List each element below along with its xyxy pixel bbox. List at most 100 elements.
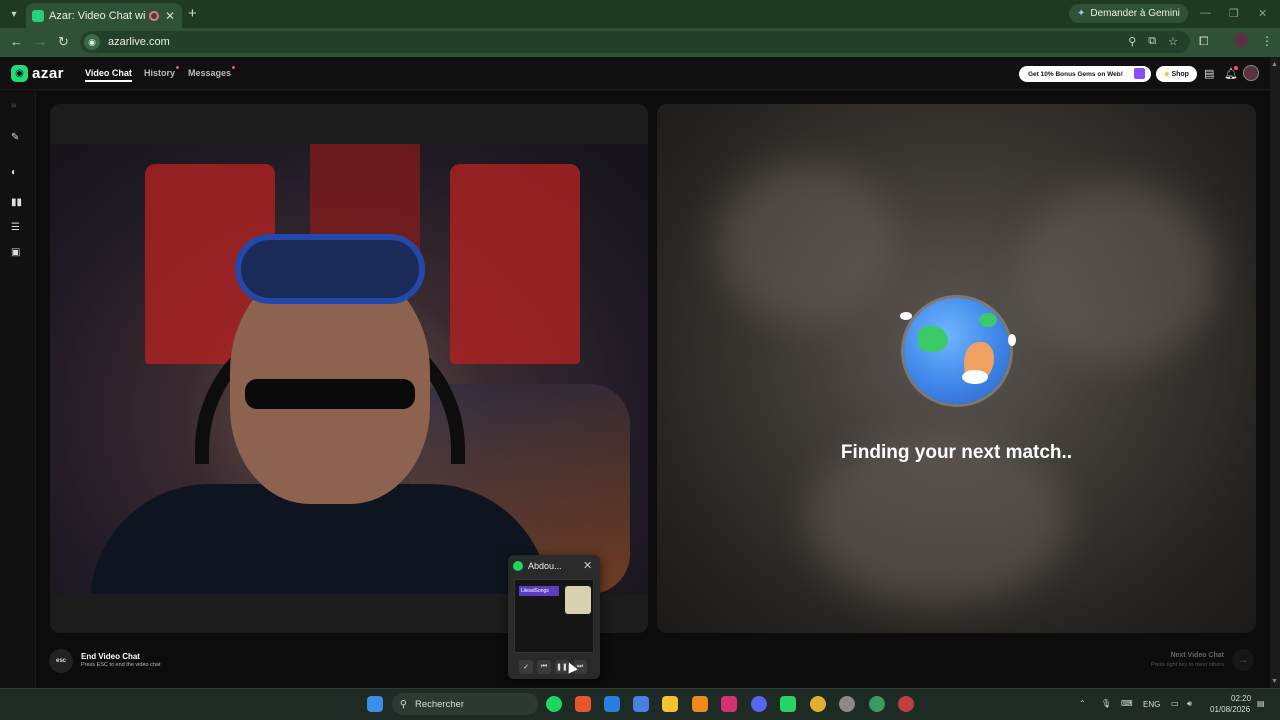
nav-messages-label: Messages — [188, 68, 232, 78]
microphone-icon[interactable]: 🎙︎ — [1101, 699, 1111, 708]
vlc-icon[interactable] — [692, 696, 708, 712]
globe-cloud — [900, 312, 912, 320]
file-explorer-icon[interactable] — [662, 696, 678, 712]
previous-track-icon[interactable]: ⏮ — [537, 660, 551, 674]
album-art — [565, 586, 591, 614]
gift-icon — [1134, 68, 1145, 79]
nav-video-chat[interactable]: Video Chat — [85, 68, 132, 82]
chrome-profile-icon[interactable] — [839, 696, 855, 712]
back-icon[interactable]: ← — [10, 34, 23, 49]
browser-menu-icon[interactable]: ⋮ — [1261, 34, 1273, 48]
discord-icon[interactable] — [751, 696, 767, 712]
maximize-icon[interactable]: ❐ — [1229, 7, 1239, 20]
globe-land — [979, 313, 997, 327]
layout-stacked-icon[interactable]: ☰ — [11, 222, 20, 233]
inbox-icon[interactable]: ▤ — [1204, 67, 1214, 80]
chrome-icon[interactable] — [810, 696, 826, 712]
spotify-taskbar-icon[interactable] — [546, 696, 562, 712]
gemini-star-icon: ✦ — [1077, 8, 1086, 19]
logo-text: azar — [32, 65, 65, 82]
tool-rail: » ✎ ◐ ▮▮ ☰ ▣ — [0, 91, 36, 688]
volume-icon[interactable]: 🔊︎ — [1187, 699, 1192, 709]
chrome-profile-3-icon[interactable] — [898, 696, 914, 712]
next-video-chat-title[interactable]: Next Video Chat — [1100, 652, 1224, 659]
spotify-thumbnail[interactable]: LiteadSongs — [514, 579, 594, 653]
my-camera-feed — [50, 144, 648, 604]
spotify-window-title: Abdou... — [528, 561, 562, 571]
magic-wand-icon[interactable]: ✎ — [11, 132, 19, 143]
spotify-icon — [513, 561, 523, 571]
layout-side-by-side-icon[interactable]: ▮▮ — [11, 197, 22, 208]
spotify-mini-player[interactable]: Abdou... ✕ LiteadSongs ✓ ⏮ ❚❚ ⏭ — [508, 555, 600, 679]
azar-logo[interactable]: ◉ azar — [11, 65, 64, 82]
profile-avatar[interactable] — [1234, 33, 1248, 47]
tray-chevron-icon[interactable]: ⌃ — [1079, 699, 1086, 708]
user-avatar[interactable] — [1243, 65, 1259, 81]
nav-messages[interactable]: Messages — [188, 66, 236, 78]
nav-history[interactable]: History — [144, 66, 180, 78]
gemini-button[interactable]: ✦ Demander à Gemini — [1069, 4, 1188, 23]
whatsapp-icon[interactable] — [780, 696, 796, 712]
finding-match-status: Finding your next match.. — [840, 442, 1073, 463]
partner-video-pane: Finding your next match.. — [657, 104, 1256, 633]
zoom-icon[interactable]: ⚲ — [1128, 35, 1136, 48]
scroll-up-icon[interactable]: ▲ — [1271, 61, 1278, 68]
cast-icon[interactable]: ⧉ — [1148, 35, 1156, 48]
page-scrollbar[interactable] — [1270, 57, 1280, 688]
like-check-icon[interactable]: ✓ — [519, 660, 533, 674]
scroll-down-icon[interactable]: ▼ — [1271, 678, 1278, 685]
browser-tab[interactable]: Azar: Video Chat with New ✕ — [26, 3, 182, 28]
windows-start-icon[interactable] — [367, 696, 383, 712]
security-shield-icon[interactable] — [604, 696, 620, 712]
notification-badge-dot — [1234, 66, 1238, 70]
clock-time[interactable]: 02:20 — [1231, 694, 1251, 703]
gemini-label: Demander à Gemini — [1090, 8, 1180, 19]
blur-shape — [1017, 184, 1217, 364]
bookmark-star-icon[interactable]: ☆ — [1168, 35, 1178, 48]
spotify-close-icon[interactable]: ✕ — [583, 559, 592, 572]
notification-center-icon[interactable]: ▤ — [1257, 699, 1265, 708]
tab-search-chevron-icon[interactable]: ▾ — [5, 5, 23, 23]
tab-title: Azar: Video Chat with New — [49, 9, 145, 22]
language-indicator[interactable]: ENG — [1143, 700, 1160, 709]
esc-key-badge[interactable]: esc — [49, 649, 73, 673]
globe-cloud — [962, 370, 988, 384]
promo-label: Get 10% Bonus Gems on Web! — [1028, 70, 1123, 78]
new-tab-button[interactable]: + — [188, 5, 197, 22]
next-video-chat-hint: Press right key to meet others — [1150, 662, 1224, 668]
bonus-gems-button[interactable]: Get 10% Bonus Gems on Web! — [1019, 66, 1151, 82]
site-info-icon[interactable]: ◉ — [84, 34, 100, 50]
taskbar-search[interactable]: ⚲ Rechercher — [392, 693, 538, 715]
nav-history-label: History — [144, 68, 176, 78]
end-video-chat-title[interactable]: End Video Chat — [81, 652, 140, 661]
search-icon: ⚲ — [400, 698, 407, 710]
layout-pip-icon[interactable]: ▣ — [11, 247, 20, 258]
messages-badge-dot — [232, 66, 236, 69]
window-close-icon[interactable]: ✕ — [1258, 7, 1267, 20]
search-placeholder: Rechercher — [414, 698, 465, 710]
tab-close-icon[interactable]: ✕ — [165, 9, 175, 23]
shop-button[interactable]: ◆ Shop — [1156, 66, 1197, 82]
instagram-icon[interactable] — [721, 696, 737, 712]
network-icon[interactable]: ▭ — [1171, 699, 1179, 708]
thumbnail-banner: LiteadSongs — [519, 586, 559, 596]
end-video-chat-hint: Press ESC to end the video chat — [81, 662, 161, 668]
store-icon[interactable] — [633, 696, 649, 712]
hanging-shirt-right — [450, 164, 580, 364]
globe-land — [918, 326, 948, 352]
expand-chevrons-icon[interactable]: » — [11, 100, 17, 111]
next-arrow-icon[interactable]: → — [1232, 649, 1254, 671]
clock-date[interactable]: 01/08/2026 — [1210, 705, 1250, 714]
address-bar[interactable]: ◉ azarlive.com ⚲ ⧉ ☆ — [80, 31, 1190, 53]
blur-shape — [717, 164, 897, 324]
forward-icon[interactable]: → — [34, 34, 47, 49]
extensions-icon[interactable]: ⧠ — [1199, 34, 1209, 49]
reload-icon[interactable]: ↻ — [58, 34, 69, 50]
globe-icon — [900, 298, 1016, 404]
filter-icon[interactable]: ◐ — [11, 167, 17, 178]
brave-taskbar-icon[interactable] — [575, 696, 591, 712]
keyboard-icon[interactable]: ⌨ — [1121, 699, 1133, 708]
minimize-icon[interactable]: — — [1200, 7, 1211, 19]
url-text: azarlive.com — [108, 36, 170, 48]
chrome-profile-2-icon[interactable] — [869, 696, 885, 712]
